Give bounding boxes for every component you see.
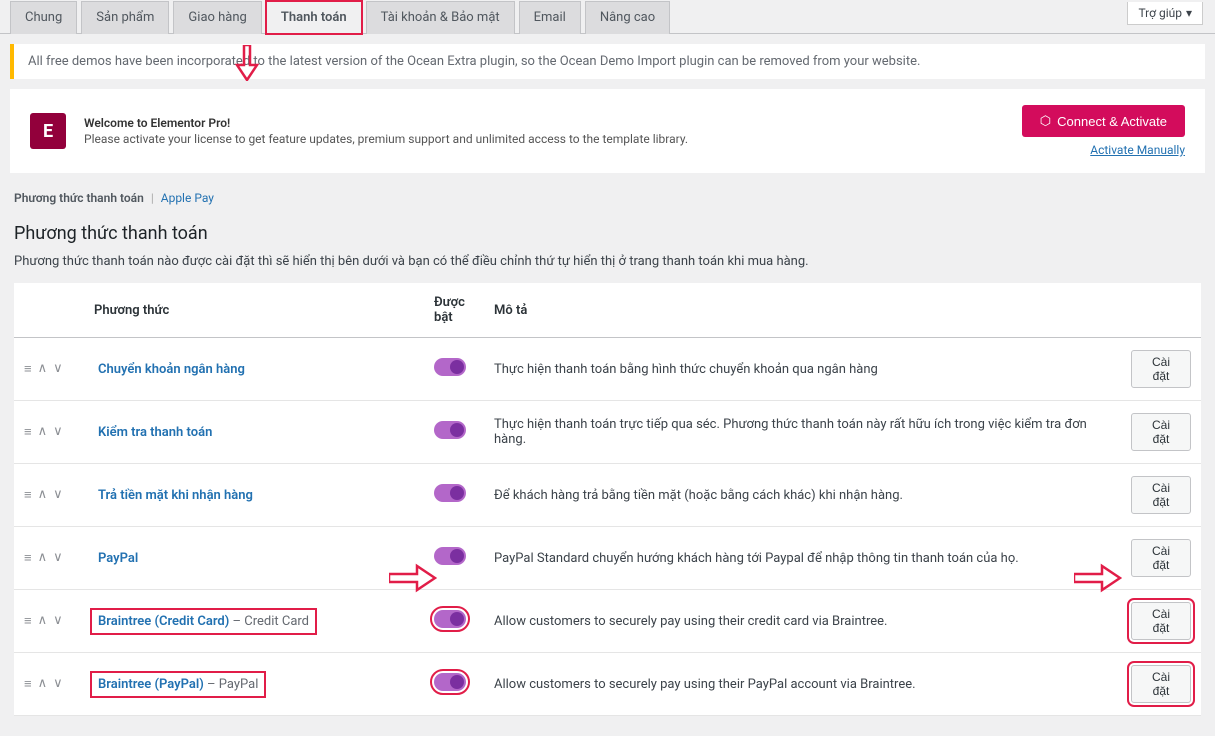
tabs-nav: ChungSản phẩmGiao hàngThanh toánTài khoả… bbox=[0, 0, 1215, 34]
col-drag bbox=[14, 283, 84, 338]
section-heading: Phương thức thanh toán bbox=[14, 223, 1201, 244]
table-row: ≡ ∧ ∨ Trả tiền mặt khi nhận hàng Để khách hà… bbox=[14, 464, 1201, 527]
move-up-icon[interactable]: ∧ bbox=[38, 361, 48, 377]
breadcrumb-sep: | bbox=[151, 191, 154, 205]
elementor-desc: Please activate your license to get feat… bbox=[84, 132, 1004, 146]
move-up-icon[interactable]: ∧ bbox=[38, 550, 48, 566]
elementor-text: Welcome to Elementor Pro! Please activat… bbox=[84, 116, 1004, 146]
method-desc: Allow customers to securely pay using th… bbox=[484, 590, 1121, 653]
settings-button[interactable]: Cài đặt bbox=[1131, 350, 1191, 388]
col-desc: Mô tả bbox=[484, 283, 1121, 338]
col-enabled: Được bật bbox=[424, 283, 484, 338]
annotation-arrow-1 bbox=[389, 563, 437, 597]
elementor-banner: E Welcome to Elementor Pro! Please activ… bbox=[10, 89, 1205, 173]
move-up-icon[interactable]: ∧ bbox=[38, 424, 48, 440]
settings-button[interactable]: Cài đặt bbox=[1131, 602, 1191, 640]
table-row: ≡ ∧ ∨ Chuyển khoản ngân hàng Thực hiện thanh… bbox=[14, 338, 1201, 401]
annotation-arrow-down bbox=[235, 45, 259, 88]
row-drag-handles[interactable]: ≡ ∧ ∨ bbox=[24, 613, 74, 629]
help-dropdown[interactable]: Trợ giúp ▾ bbox=[1127, 2, 1203, 25]
method-link[interactable]: Braintree (Credit Card) bbox=[98, 614, 229, 629]
move-down-icon[interactable]: ∨ bbox=[53, 676, 63, 692]
enabled-toggle[interactable] bbox=[434, 421, 466, 439]
move-down-icon[interactable]: ∨ bbox=[53, 361, 63, 377]
drag-icon[interactable]: ≡ bbox=[24, 550, 32, 566]
link-icon: ⬡ bbox=[1040, 113, 1051, 129]
breadcrumb-current: Phương thức thanh toán bbox=[14, 191, 144, 205]
move-down-icon[interactable]: ∨ bbox=[53, 487, 63, 503]
table-row: ≡ ∧ ∨ Braintree (Credit Card) – Credit Card… bbox=[14, 590, 1201, 653]
tab-4[interactable]: Tài khoản & Bảo mật bbox=[366, 1, 515, 34]
col-method: Phương thức bbox=[84, 283, 424, 338]
drag-icon[interactable]: ≡ bbox=[24, 424, 32, 440]
row-drag-handles[interactable]: ≡ ∧ ∨ bbox=[24, 550, 74, 566]
elementor-title: Welcome to Elementor Pro! bbox=[84, 116, 1004, 130]
elementor-logo-letter: E bbox=[43, 121, 53, 142]
row-drag-handles[interactable]: ≡ ∧ ∨ bbox=[24, 487, 74, 503]
row-drag-handles[interactable]: ≡ ∧ ∨ bbox=[24, 361, 74, 377]
settings-button[interactable]: Cài đặt bbox=[1131, 539, 1191, 577]
settings-button[interactable]: Cài đặt bbox=[1131, 476, 1191, 514]
drag-icon[interactable]: ≡ bbox=[24, 676, 32, 692]
drag-icon[interactable]: ≡ bbox=[24, 613, 32, 629]
annotation-arrow-2 bbox=[1074, 563, 1122, 597]
notice-text: All free demos have been incorporated to… bbox=[28, 54, 920, 69]
settings-button[interactable]: Cài đặt bbox=[1131, 665, 1191, 703]
method-suffix: – Credit Card bbox=[229, 614, 309, 629]
move-up-icon[interactable]: ∧ bbox=[38, 676, 48, 692]
activate-manually-link[interactable]: Activate Manually bbox=[1022, 143, 1185, 157]
table-row: ≡ ∧ ∨ Braintree (PayPal) – PayPal Allow cust… bbox=[14, 653, 1201, 716]
connect-activate-button[interactable]: ⬡ Connect & Activate bbox=[1022, 105, 1185, 137]
tab-5[interactable]: Email bbox=[519, 1, 581, 34]
move-down-icon[interactable]: ∨ bbox=[53, 424, 63, 440]
move-up-icon[interactable]: ∧ bbox=[38, 613, 48, 629]
method-desc: Để khách hàng trả bằng tiền mặt (hoặc bằ… bbox=[484, 464, 1121, 527]
move-down-icon[interactable]: ∨ bbox=[53, 613, 63, 629]
row-drag-handles[interactable]: ≡ ∧ ∨ bbox=[24, 424, 74, 440]
method-desc: Thực hiện thanh toán trực tiếp qua séc. … bbox=[484, 401, 1121, 464]
method-link[interactable]: PayPal bbox=[98, 551, 138, 566]
payment-section: Phương thức thanh toán Phương thức thanh… bbox=[0, 223, 1215, 736]
enabled-toggle[interactable] bbox=[434, 547, 466, 565]
row-drag-handles[interactable]: ≡ ∧ ∨ bbox=[24, 676, 74, 692]
section-desc: Phương thức thanh toán nào được cài đặt … bbox=[14, 254, 1201, 269]
connect-label: Connect & Activate bbox=[1057, 114, 1167, 129]
method-link[interactable]: Kiểm tra thanh toán bbox=[98, 425, 212, 440]
table-row: ≡ ∧ ∨ Kiểm tra thanh toán Thực hiện thanh to… bbox=[14, 401, 1201, 464]
method-desc: PayPal Standard chuyển hướng khách hàng … bbox=[484, 527, 1121, 590]
move-up-icon[interactable]: ∧ bbox=[38, 487, 48, 503]
col-action bbox=[1121, 283, 1201, 338]
enabled-toggle[interactable] bbox=[434, 358, 466, 376]
method-link[interactable]: Braintree (PayPal) bbox=[98, 677, 204, 692]
settings-button[interactable]: Cài đặt bbox=[1131, 413, 1191, 451]
method-suffix: – PayPal bbox=[204, 677, 259, 692]
breadcrumb: Phương thức thanh toán | Apple Pay bbox=[0, 183, 1215, 213]
method-desc: Thực hiện thanh toán bằng hình thức chuy… bbox=[484, 338, 1121, 401]
move-down-icon[interactable]: ∨ bbox=[53, 550, 63, 566]
admin-notice: All free demos have been incorporated to… bbox=[10, 44, 1205, 79]
method-link[interactable]: Chuyển khoản ngân hàng bbox=[98, 362, 245, 377]
drag-icon[interactable]: ≡ bbox=[24, 361, 32, 377]
tab-0[interactable]: Chung bbox=[10, 1, 77, 34]
payment-methods-table: Phương thức Được bật Mô tả ≡ ∧ ∨ Chuyển kho… bbox=[14, 283, 1201, 716]
tab-3[interactable]: Thanh toán bbox=[266, 1, 362, 34]
elementor-logo-icon: E bbox=[30, 113, 66, 149]
enabled-toggle[interactable] bbox=[434, 484, 466, 502]
drag-icon[interactable]: ≡ bbox=[24, 487, 32, 503]
method-desc: Allow customers to securely pay using th… bbox=[484, 653, 1121, 716]
tab-2[interactable]: Giao hàng bbox=[173, 1, 261, 34]
tab-6[interactable]: Nâng cao bbox=[585, 1, 670, 34]
tab-1[interactable]: Sản phẩm bbox=[81, 1, 169, 34]
help-label: Trợ giúp bbox=[1138, 6, 1182, 20]
enabled-toggle[interactable] bbox=[434, 610, 466, 628]
breadcrumb-link[interactable]: Apple Pay bbox=[161, 191, 214, 205]
method-link[interactable]: Trả tiền mặt khi nhận hàng bbox=[98, 488, 253, 503]
chevron-down-icon: ▾ bbox=[1186, 6, 1192, 20]
table-row: ≡ ∧ ∨ PayPal PayPal Standard chuyển hướng kh… bbox=[14, 527, 1201, 590]
enabled-toggle[interactable] bbox=[434, 673, 466, 691]
